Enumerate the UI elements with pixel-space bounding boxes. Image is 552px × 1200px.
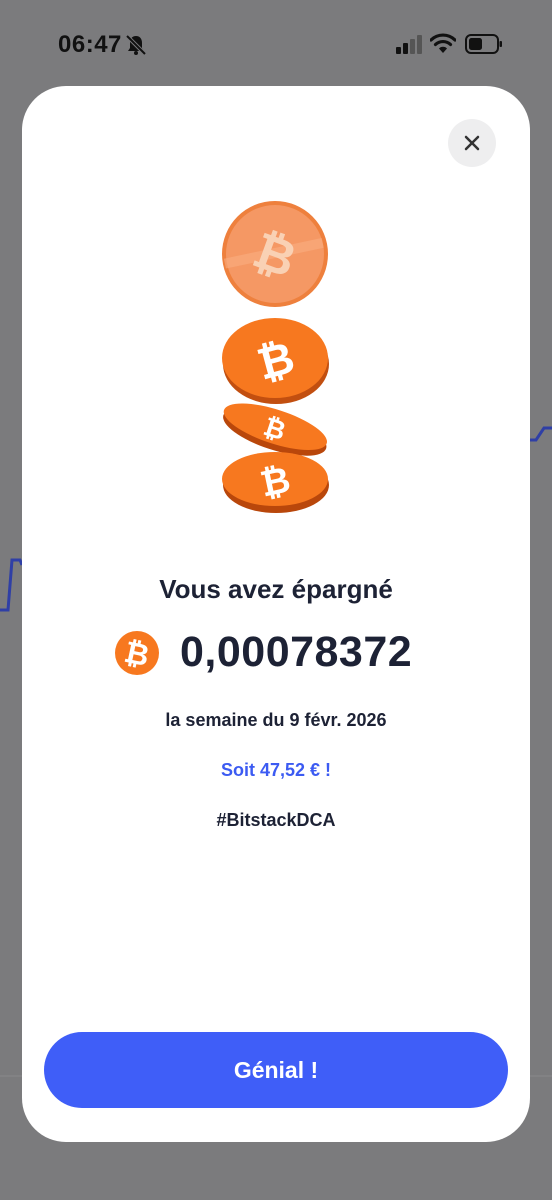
bitcoin-coin-icon: ₿	[222, 452, 329, 513]
bitcoin-icon: ₿	[115, 631, 159, 675]
genial-button[interactable]: Génial !	[44, 1032, 508, 1108]
savings-amount: 0,00078372	[180, 628, 413, 676]
signal-icon	[396, 34, 424, 59]
close-icon	[464, 135, 480, 151]
bitcoin-coin-icon: ₿	[222, 318, 329, 404]
battery-icon	[465, 34, 503, 59]
hashtag: #BitstackDCA	[216, 810, 336, 830]
savings-equivalent: Soit 47,52 € !	[220, 760, 332, 780]
savings-period: la semaine du 9 févr. 2026	[165, 710, 387, 730]
wifi-icon	[429, 33, 457, 60]
status-time: 06:47	[58, 31, 122, 58]
bitcoin-coin-icon: ₿	[222, 201, 328, 307]
savings-amount-row: ₿ 0,00078372	[22, 626, 530, 680]
close-button[interactable]	[448, 119, 496, 167]
bitcoin-coins-illustration: ₿ ₿ ₿ ₿	[222, 201, 329, 513]
savings-title: Vous avez épargné	[159, 574, 393, 604]
status-bar: 06:47	[0, 0, 552, 88]
bell-slash-icon	[125, 34, 147, 61]
savings-modal: ₿ ₿ ₿ ₿ Vous avez épargné ₿ 0,00078372 l…	[22, 86, 530, 1142]
